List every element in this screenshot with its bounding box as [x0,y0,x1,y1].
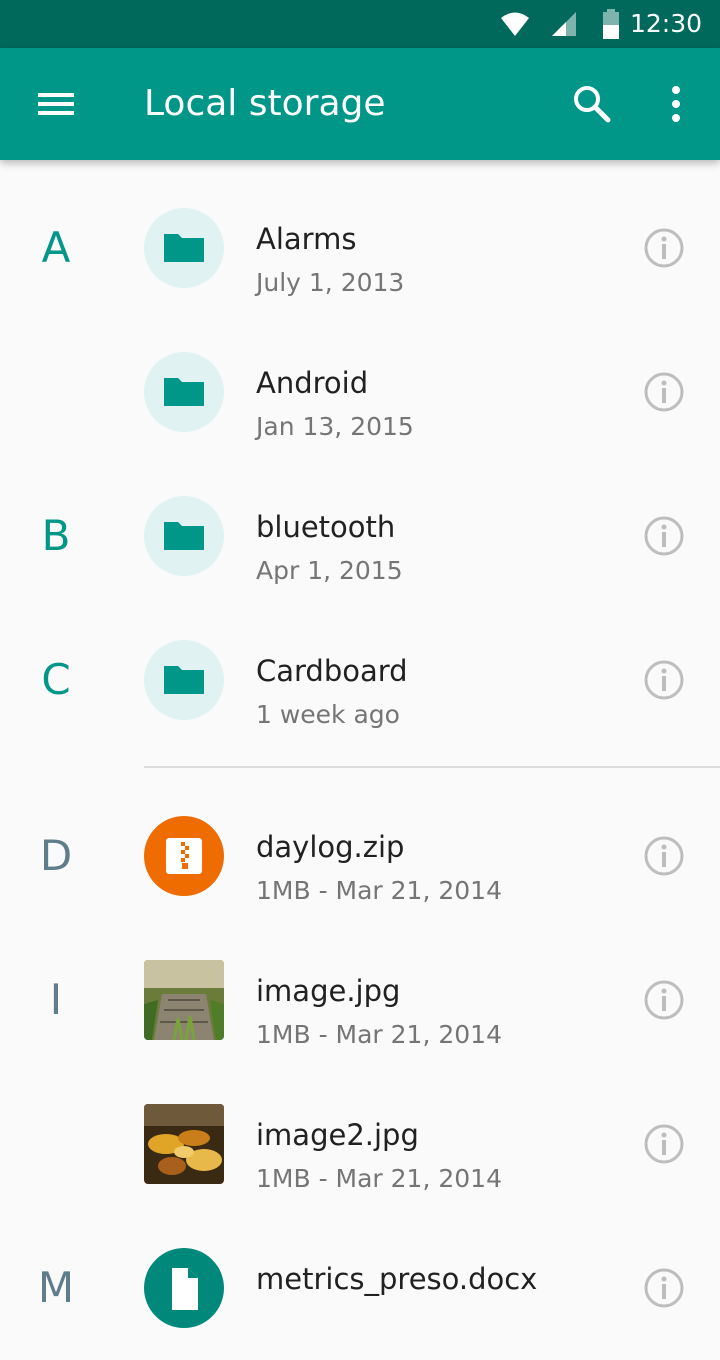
info-button[interactable] [640,1120,688,1168]
file-meta: 1MB - Mar 21, 2014 [256,1164,502,1193]
boardwalk-photo-thumbnail [144,960,224,1040]
file-name: image2.jpg [256,1118,419,1152]
folder-icon [164,378,204,406]
wifi-icon [501,12,529,36]
file-name: metrics_preso.docx [256,1262,538,1296]
file-name: Cardboard [256,654,408,688]
autumn-leaves-photo-thumbnail [144,1104,224,1184]
info-icon [644,1268,684,1308]
section-letter: D [39,831,73,880]
folder-avatar [144,352,224,432]
info-icon [644,516,684,556]
search-icon [574,86,611,123]
section-letter: A [41,223,71,272]
folder-icon [164,234,204,262]
folder-icon [164,666,204,694]
section-letter: M [37,1263,75,1312]
file-meta: 1 week ago [256,700,400,729]
folder-avatar [144,640,224,720]
folder-avatar [144,208,224,288]
image-thumbnail [144,1104,224,1184]
info-icon [644,372,684,412]
document-icon [172,1268,198,1310]
list-item-daylog-zip[interactable]: D daylog.zip 1MB - Mar 21, 2014 [0,784,720,928]
app-bar: Local storage [0,48,720,160]
file-name: Alarms [256,222,357,256]
zip-avatar [144,816,224,896]
list-item-metrics-preso-docx[interactable]: M metrics_preso.docx [0,1216,720,1360]
info-icon [644,980,684,1020]
menu-button[interactable] [24,80,88,128]
cell-signal-icon [552,12,576,36]
info-button[interactable] [640,832,688,880]
list-item-image-jpg[interactable]: I image.jpg 1MB - Mar 21, 2014 [0,928,720,1072]
file-name: image.jpg [256,974,401,1008]
info-icon [644,228,684,268]
folder-avatar [144,496,224,576]
file-name: bluetooth [256,510,396,544]
document-avatar [144,1248,224,1328]
list-item-bluetooth[interactable]: B bluetooth Apr 1, 2015 [0,464,720,608]
info-button[interactable] [640,224,688,272]
list-item-android[interactable]: Android Jan 13, 2015 [0,320,720,464]
info-button[interactable] [640,1264,688,1312]
file-name: daylog.zip [256,830,405,864]
file-meta: July 1, 2013 [256,268,405,297]
section-letter: I [49,975,63,1024]
file-name: Android [256,366,369,400]
info-icon [644,836,684,876]
info-icon [644,660,684,700]
section-divider [144,766,720,768]
info-button[interactable] [640,976,688,1024]
zip-file-icon [166,838,202,874]
info-button[interactable] [640,512,688,560]
folder-icon [164,522,204,550]
section-letter: B [41,511,71,560]
more-options-button[interactable] [656,78,696,130]
file-list: A Alarms July 1, 2013 Android Jan 13, 20… [0,160,720,1328]
search-button[interactable] [566,78,618,130]
battery-icon [603,9,619,39]
file-meta: Apr 1, 2015 [256,556,403,585]
info-button[interactable] [640,656,688,704]
list-item-alarms[interactable]: A Alarms July 1, 2013 [0,176,720,320]
image-thumbnail [144,960,224,1040]
more-vert-icon [672,86,680,122]
page-title: Local storage [144,83,386,124]
info-button[interactable] [640,368,688,416]
info-icon [644,1124,684,1164]
section-letter: C [41,655,71,704]
menu-icon [38,93,74,115]
list-item-cardboard[interactable]: C Cardboard 1 week ago [0,608,720,752]
file-meta: 1MB - Mar 21, 2014 [256,876,502,905]
file-meta: 1MB - Mar 21, 2014 [256,1020,502,1049]
list-item-image2-jpg[interactable]: image2.jpg 1MB - Mar 21, 2014 [0,1072,720,1216]
file-meta: Jan 13, 2015 [256,412,414,441]
status-bar: 12:30 [0,0,720,48]
clock: 12:30 [629,9,702,38]
